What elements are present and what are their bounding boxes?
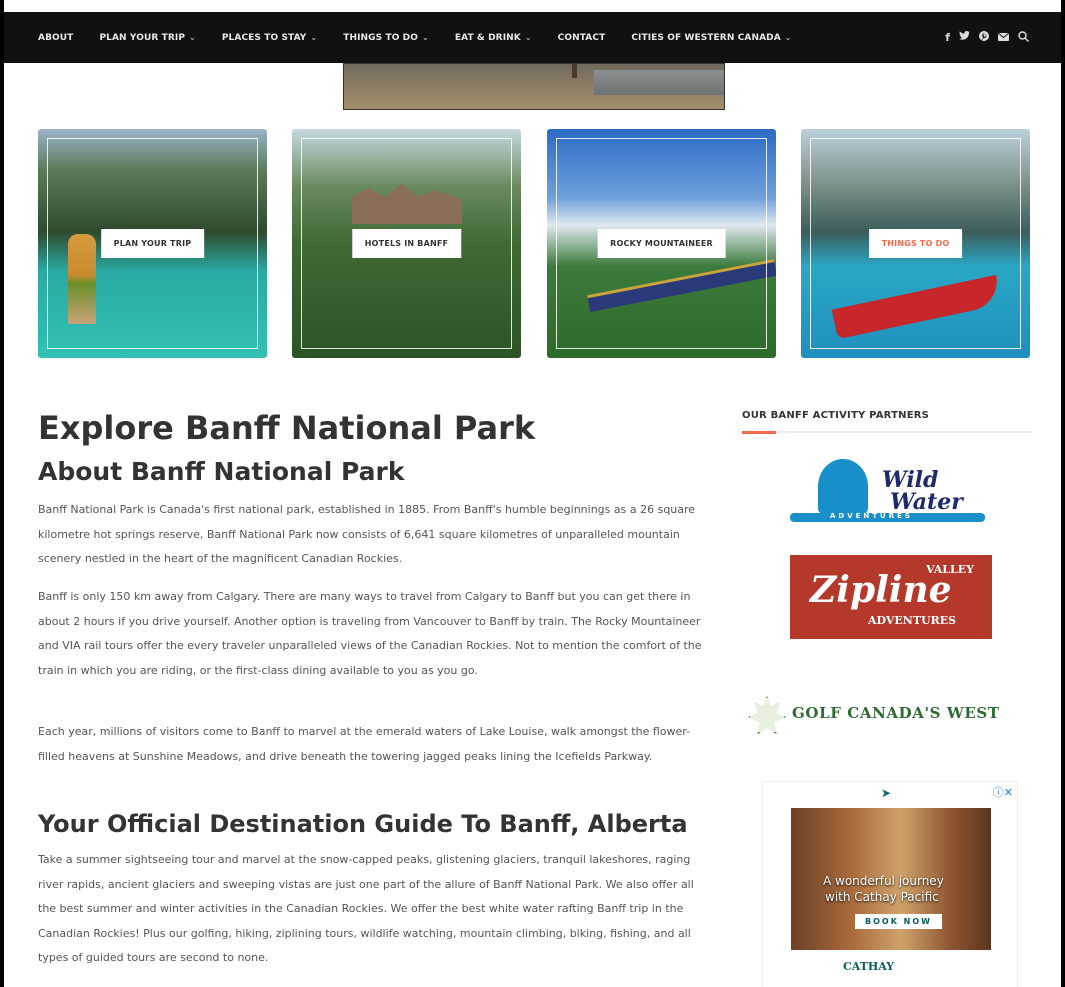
top-navigation-bar: ABOUT PLAN YOUR TRIP ⌄ PLACES TO STAY ⌄ TH… (4, 12, 1061, 63)
nav-item-eat-drink[interactable]: EAT & DRINK ⌄ (455, 33, 532, 43)
logo-tagline: ADVENTURES (830, 512, 913, 520)
nav-item-places-to-stay[interactable]: PLACES TO STAY ⌄ (222, 33, 317, 43)
cathay-pacific-ad[interactable]: ⓘ✕ ➤ A wonderful journey with Cathay Pac… (762, 781, 1018, 987)
nav-label: CONTACT (557, 32, 606, 43)
logo-text: ADVENTURES (868, 614, 957, 627)
logo-text: GOLF CANADA'S WEST (792, 704, 1000, 722)
nav-item-contact[interactable]: CONTACT (558, 33, 606, 43)
wave-icon (818, 459, 868, 514)
ad-headline: A wonderful journey (823, 874, 944, 888)
nav-label: THINGS TO DO (343, 32, 419, 43)
page: ABOUT PLAN YOUR TRIP ⌄ PLACES TO STAY ⌄ TH… (4, 0, 1061, 987)
section-heading-about: About Banff National Park (38, 457, 405, 486)
maple-leaf-icon (748, 696, 786, 734)
paragraph-travel: Banff is only 150 km away from Calgary. … (38, 590, 702, 677)
chevron-down-icon: ⌄ (524, 33, 532, 42)
chevron-down-icon: ⌄ (784, 33, 792, 42)
ad-image: A wonderful journey with Cathay Pacific … (791, 808, 991, 950)
golf-canadas-west-logo[interactable]: GOLF CANADA'S WEST (748, 696, 1038, 734)
tile-label: THINGS TO DO (868, 229, 963, 258)
nav-item-things-to-do[interactable]: THINGS TO DO ⌄ (343, 33, 429, 43)
social-links: f (945, 12, 1029, 63)
search-icon[interactable] (1018, 30, 1029, 45)
section-heading-guide: Your Official Destination Guide To Banff… (38, 810, 688, 838)
chevron-down-icon: ⌄ (422, 33, 429, 42)
nav-label: PLAN YOUR TRIP (99, 32, 186, 43)
category-tiles: PLAN YOUR TRIP HOTELS IN BANFF ROCKY MOU… (38, 129, 1032, 358)
email-icon[interactable] (997, 31, 1010, 44)
sidebar-title: OUR BANFF ACTIVITY PARTNERS (742, 410, 930, 421)
paragraph-visitors: Each year, millions of visitors come to … (38, 725, 691, 763)
ad-close-icon[interactable]: ⓘ✕ (993, 784, 1013, 800)
tile-label: HOTELS IN BANFF (351, 229, 462, 258)
chevron-down-icon: ⌄ (189, 33, 196, 42)
hero-image-road (594, 70, 724, 95)
ad-headline: with Cathay Pacific (825, 890, 939, 904)
paragraph-intro: Banff National Park is Canada's first na… (38, 503, 696, 565)
chevron-down-icon: ⌄ (310, 33, 318, 42)
hero-image-post (572, 64, 577, 78)
tile-plan-your-trip[interactable]: PLAN YOUR TRIP (38, 129, 267, 358)
tile-label: ROCKY MOUNTAINEER (597, 229, 726, 258)
nav-item-plan-your-trip[interactable]: PLAN YOUR TRIP ⌄ (99, 33, 195, 43)
sidebar-divider-accent (742, 431, 776, 434)
pinterest-icon[interactable] (979, 31, 989, 44)
page-title: Explore Banff National Park (38, 409, 536, 447)
nav-label: ABOUT (38, 32, 74, 43)
nav-label: PLACES TO STAY (221, 32, 307, 43)
logo-text: Zipline (810, 569, 952, 611)
ad-brand: CATHAY (843, 960, 895, 973)
nav-item-cities-of-western-canada[interactable]: CITIES OF WESTERN CANADA ⌄ (631, 33, 791, 43)
tile-label: PLAN YOUR TRIP (100, 229, 205, 258)
nav-label: CITIES OF WESTERN CANADA (631, 32, 781, 43)
sidebar-divider (742, 431, 1032, 434)
valley-zipline-adventures-logo[interactable]: VALLEY Zipline ADVENTURES (790, 555, 992, 639)
tile-hotels-in-banff[interactable]: HOTELS IN BANFF (292, 129, 521, 358)
main-menu: ABOUT PLAN YOUR TRIP ⌄ PLACES TO STAY ⌄ TH… (38, 12, 818, 63)
nav-item-about[interactable]: ABOUT (38, 33, 73, 43)
tile-rocky-mountaineer[interactable]: ROCKY MOUNTAINEER (547, 129, 776, 358)
facebook-icon[interactable]: f (945, 31, 950, 44)
book-now-button[interactable]: BOOK NOW (855, 914, 943, 929)
twitter-icon[interactable] (959, 31, 970, 44)
wild-water-adventures-logo[interactable]: Wild Water ADVENTURES (790, 457, 990, 532)
hero-image (343, 63, 725, 110)
nav-label: EAT & DRINK (454, 32, 521, 43)
tile-things-to-do[interactable]: THINGS TO DO (801, 129, 1030, 358)
cathay-bird-icon: ➤ (881, 786, 892, 800)
paragraph-tours: Take a summer sightseeing tour and marve… (38, 853, 694, 964)
